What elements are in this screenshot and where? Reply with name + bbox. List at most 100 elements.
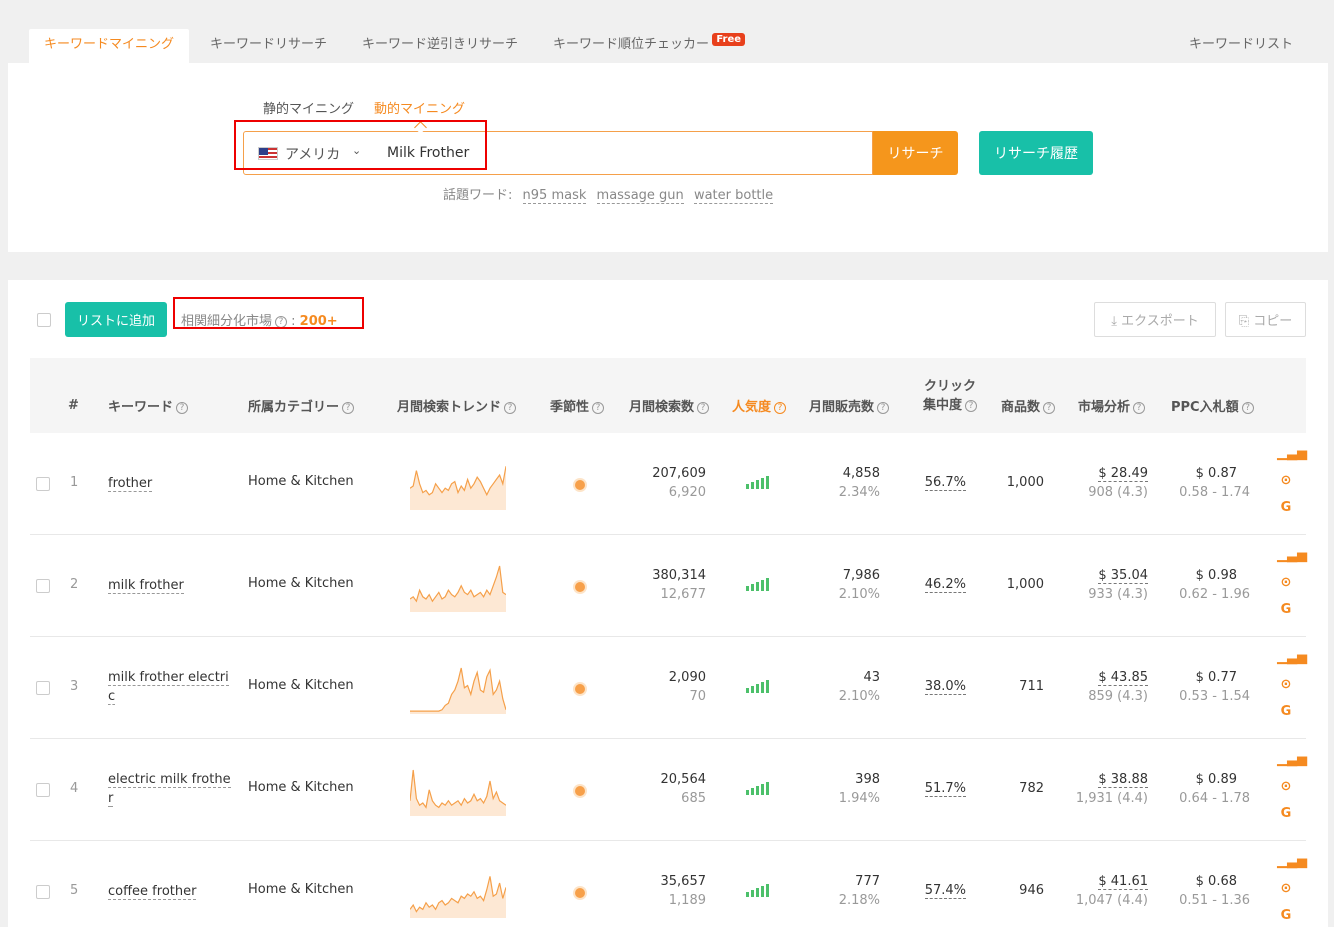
- chart-icon[interactable]: ▁▃▅: [1277, 446, 1307, 473]
- popularity-bars: [746, 782, 769, 795]
- trend-sparkline[interactable]: [410, 664, 506, 714]
- avg-price[interactable]: $ 35.04: [1098, 568, 1148, 584]
- google-icon[interactable]: G: [1277, 500, 1295, 527]
- help-icon[interactable]: ?: [592, 402, 605, 414]
- chart-icon[interactable]: ▁▃▅: [1277, 548, 1307, 575]
- google-icon[interactable]: G: [1277, 704, 1295, 731]
- col-category[interactable]: 所属カテゴリー?: [248, 396, 355, 415]
- products-count: 711: [1019, 679, 1044, 694]
- help-icon[interactable]: ?: [1241, 402, 1254, 414]
- google-icon[interactable]: G: [1277, 806, 1295, 833]
- tab-reverse-research[interactable]: キーワード逆引きリサーチ: [362, 29, 518, 63]
- research-button[interactable]: リサーチ: [873, 131, 958, 175]
- hot-words: 話題ワード: n95 mask massage gun water bottle: [443, 184, 774, 204]
- keyword-link[interactable]: frother: [108, 476, 153, 492]
- col-products[interactable]: 商品数?: [1001, 396, 1056, 415]
- avg-price[interactable]: $ 43.85: [1098, 670, 1148, 686]
- chart-icon[interactable]: ▁▃▅: [1277, 854, 1307, 881]
- hot-word-link[interactable]: n95 mask: [522, 188, 587, 204]
- more-icon[interactable]: ⊙: [1277, 779, 1295, 806]
- avg-price[interactable]: $ 38.88: [1098, 772, 1148, 788]
- trend-sparkline[interactable]: [410, 868, 506, 918]
- keyword-link[interactable]: milk frother: [108, 578, 184, 594]
- help-icon[interactable]: ?: [176, 402, 189, 414]
- help-icon[interactable]: ?: [774, 402, 787, 414]
- sales-value: 43: [863, 670, 880, 685]
- mode-static[interactable]: 静的マイニング: [263, 98, 354, 117]
- click-concentration[interactable]: 51.7%: [924, 781, 966, 797]
- avg-price[interactable]: $ 28.49: [1098, 466, 1148, 482]
- price-value: $ 41.61: [1098, 874, 1148, 890]
- more-icon[interactable]: ⊙: [1277, 881, 1295, 908]
- tab-keyword-research[interactable]: キーワードリサーチ: [210, 29, 327, 63]
- row-checkbox[interactable]: [36, 477, 50, 491]
- ppc-bid: $ 0.68: [1195, 874, 1237, 889]
- add-to-list-button[interactable]: リストに追加: [65, 302, 167, 337]
- help-icon[interactable]: ?: [697, 402, 710, 414]
- col-sales[interactable]: 月間販売数?: [809, 396, 890, 415]
- row-checkbox[interactable]: [36, 783, 50, 797]
- col-market-label: 市場分析: [1078, 400, 1131, 415]
- click-concentration[interactable]: 56.7%: [924, 475, 966, 491]
- col-searches[interactable]: 月間検索数?: [629, 396, 710, 415]
- tab-rank-checker[interactable]: キーワード順位チェッカー Free: [553, 29, 746, 63]
- row-checkbox[interactable]: [36, 681, 50, 695]
- col-popularity[interactable]: 人気度?: [732, 396, 787, 415]
- row-actions: ▁▃▅ ⊙ G: [1277, 650, 1307, 731]
- keyword-link[interactable]: electric milk frother: [108, 772, 231, 807]
- row-actions: ▁▃▅ ⊙ G: [1277, 446, 1307, 527]
- seasonality-dot: [575, 888, 585, 898]
- more-icon[interactable]: ⊙: [1277, 677, 1295, 704]
- searches-value: 207,609: [652, 466, 706, 481]
- help-icon[interactable]: ?: [877, 402, 890, 414]
- history-button[interactable]: リサーチ履歴: [979, 131, 1093, 175]
- ppc-bid: $ 0.98: [1195, 568, 1237, 583]
- export-button[interactable]: ⤓ エクスポート: [1094, 302, 1216, 337]
- click-concentration[interactable]: 57.4%: [924, 883, 966, 899]
- click-value: 51.7%: [924, 781, 966, 797]
- chart-icon[interactable]: ▁▃▅: [1277, 752, 1307, 779]
- highlight-box: [173, 297, 364, 329]
- row-checkbox[interactable]: [36, 579, 50, 593]
- help-icon[interactable]: ?: [342, 402, 355, 414]
- keyword-link[interactable]: milk frother electric: [108, 670, 229, 705]
- col-ppc[interactable]: PPC入札額?: [1171, 396, 1254, 415]
- seasonality-dot: [575, 684, 585, 694]
- keyword-link[interactable]: coffee frother: [108, 884, 197, 900]
- click-value: 38.0%: [924, 679, 966, 695]
- help-icon[interactable]: ?: [1043, 402, 1056, 414]
- google-icon[interactable]: G: [1277, 908, 1295, 927]
- searches-daily: 12,677: [660, 587, 707, 602]
- col-market[interactable]: 市場分析?: [1078, 396, 1146, 415]
- col-seasonality[interactable]: 季節性?: [550, 396, 605, 415]
- click-concentration[interactable]: 38.0%: [924, 679, 966, 695]
- avg-price[interactable]: $ 41.61: [1098, 874, 1148, 890]
- chart-icon[interactable]: ▁▃▅: [1277, 650, 1307, 677]
- price-value: $ 28.49: [1098, 466, 1148, 482]
- copy-button[interactable]: ⎘ コピー: [1225, 302, 1306, 337]
- more-icon[interactable]: ⊙: [1277, 473, 1295, 500]
- more-icon[interactable]: ⊙: [1277, 575, 1295, 602]
- help-icon[interactable]: ?: [1133, 402, 1146, 414]
- col-click-label-2: 集中度: [923, 398, 963, 413]
- col-trend[interactable]: 月間検索トレンド?: [397, 396, 517, 415]
- click-concentration[interactable]: 46.2%: [924, 577, 966, 593]
- mode-dynamic[interactable]: 動的マイニング: [374, 98, 465, 117]
- hot-word-link[interactable]: water bottle: [693, 188, 774, 204]
- col-click[interactable]: クリック 集中度?: [923, 377, 978, 415]
- hot-word-link[interactable]: massage gun: [596, 188, 684, 204]
- row-checkbox[interactable]: [36, 885, 50, 899]
- trend-sparkline[interactable]: [410, 460, 506, 510]
- help-icon[interactable]: ?: [965, 400, 978, 412]
- tab-keyword-list[interactable]: キーワードリスト: [1189, 29, 1293, 63]
- category-cell: Home & Kitchen: [248, 576, 354, 591]
- help-icon[interactable]: ?: [504, 402, 517, 414]
- select-all-checkbox[interactable]: [37, 313, 51, 327]
- tab-keyword-mining[interactable]: キーワードマイニング: [29, 29, 190, 63]
- google-icon[interactable]: G: [1277, 602, 1295, 629]
- keyword-cell: milk frother: [108, 576, 232, 595]
- col-keyword[interactable]: キーワード?: [108, 396, 189, 415]
- trend-sparkline[interactable]: [410, 562, 506, 612]
- trend-sparkline[interactable]: [410, 766, 506, 816]
- sales-value: 7,986: [842, 568, 880, 583]
